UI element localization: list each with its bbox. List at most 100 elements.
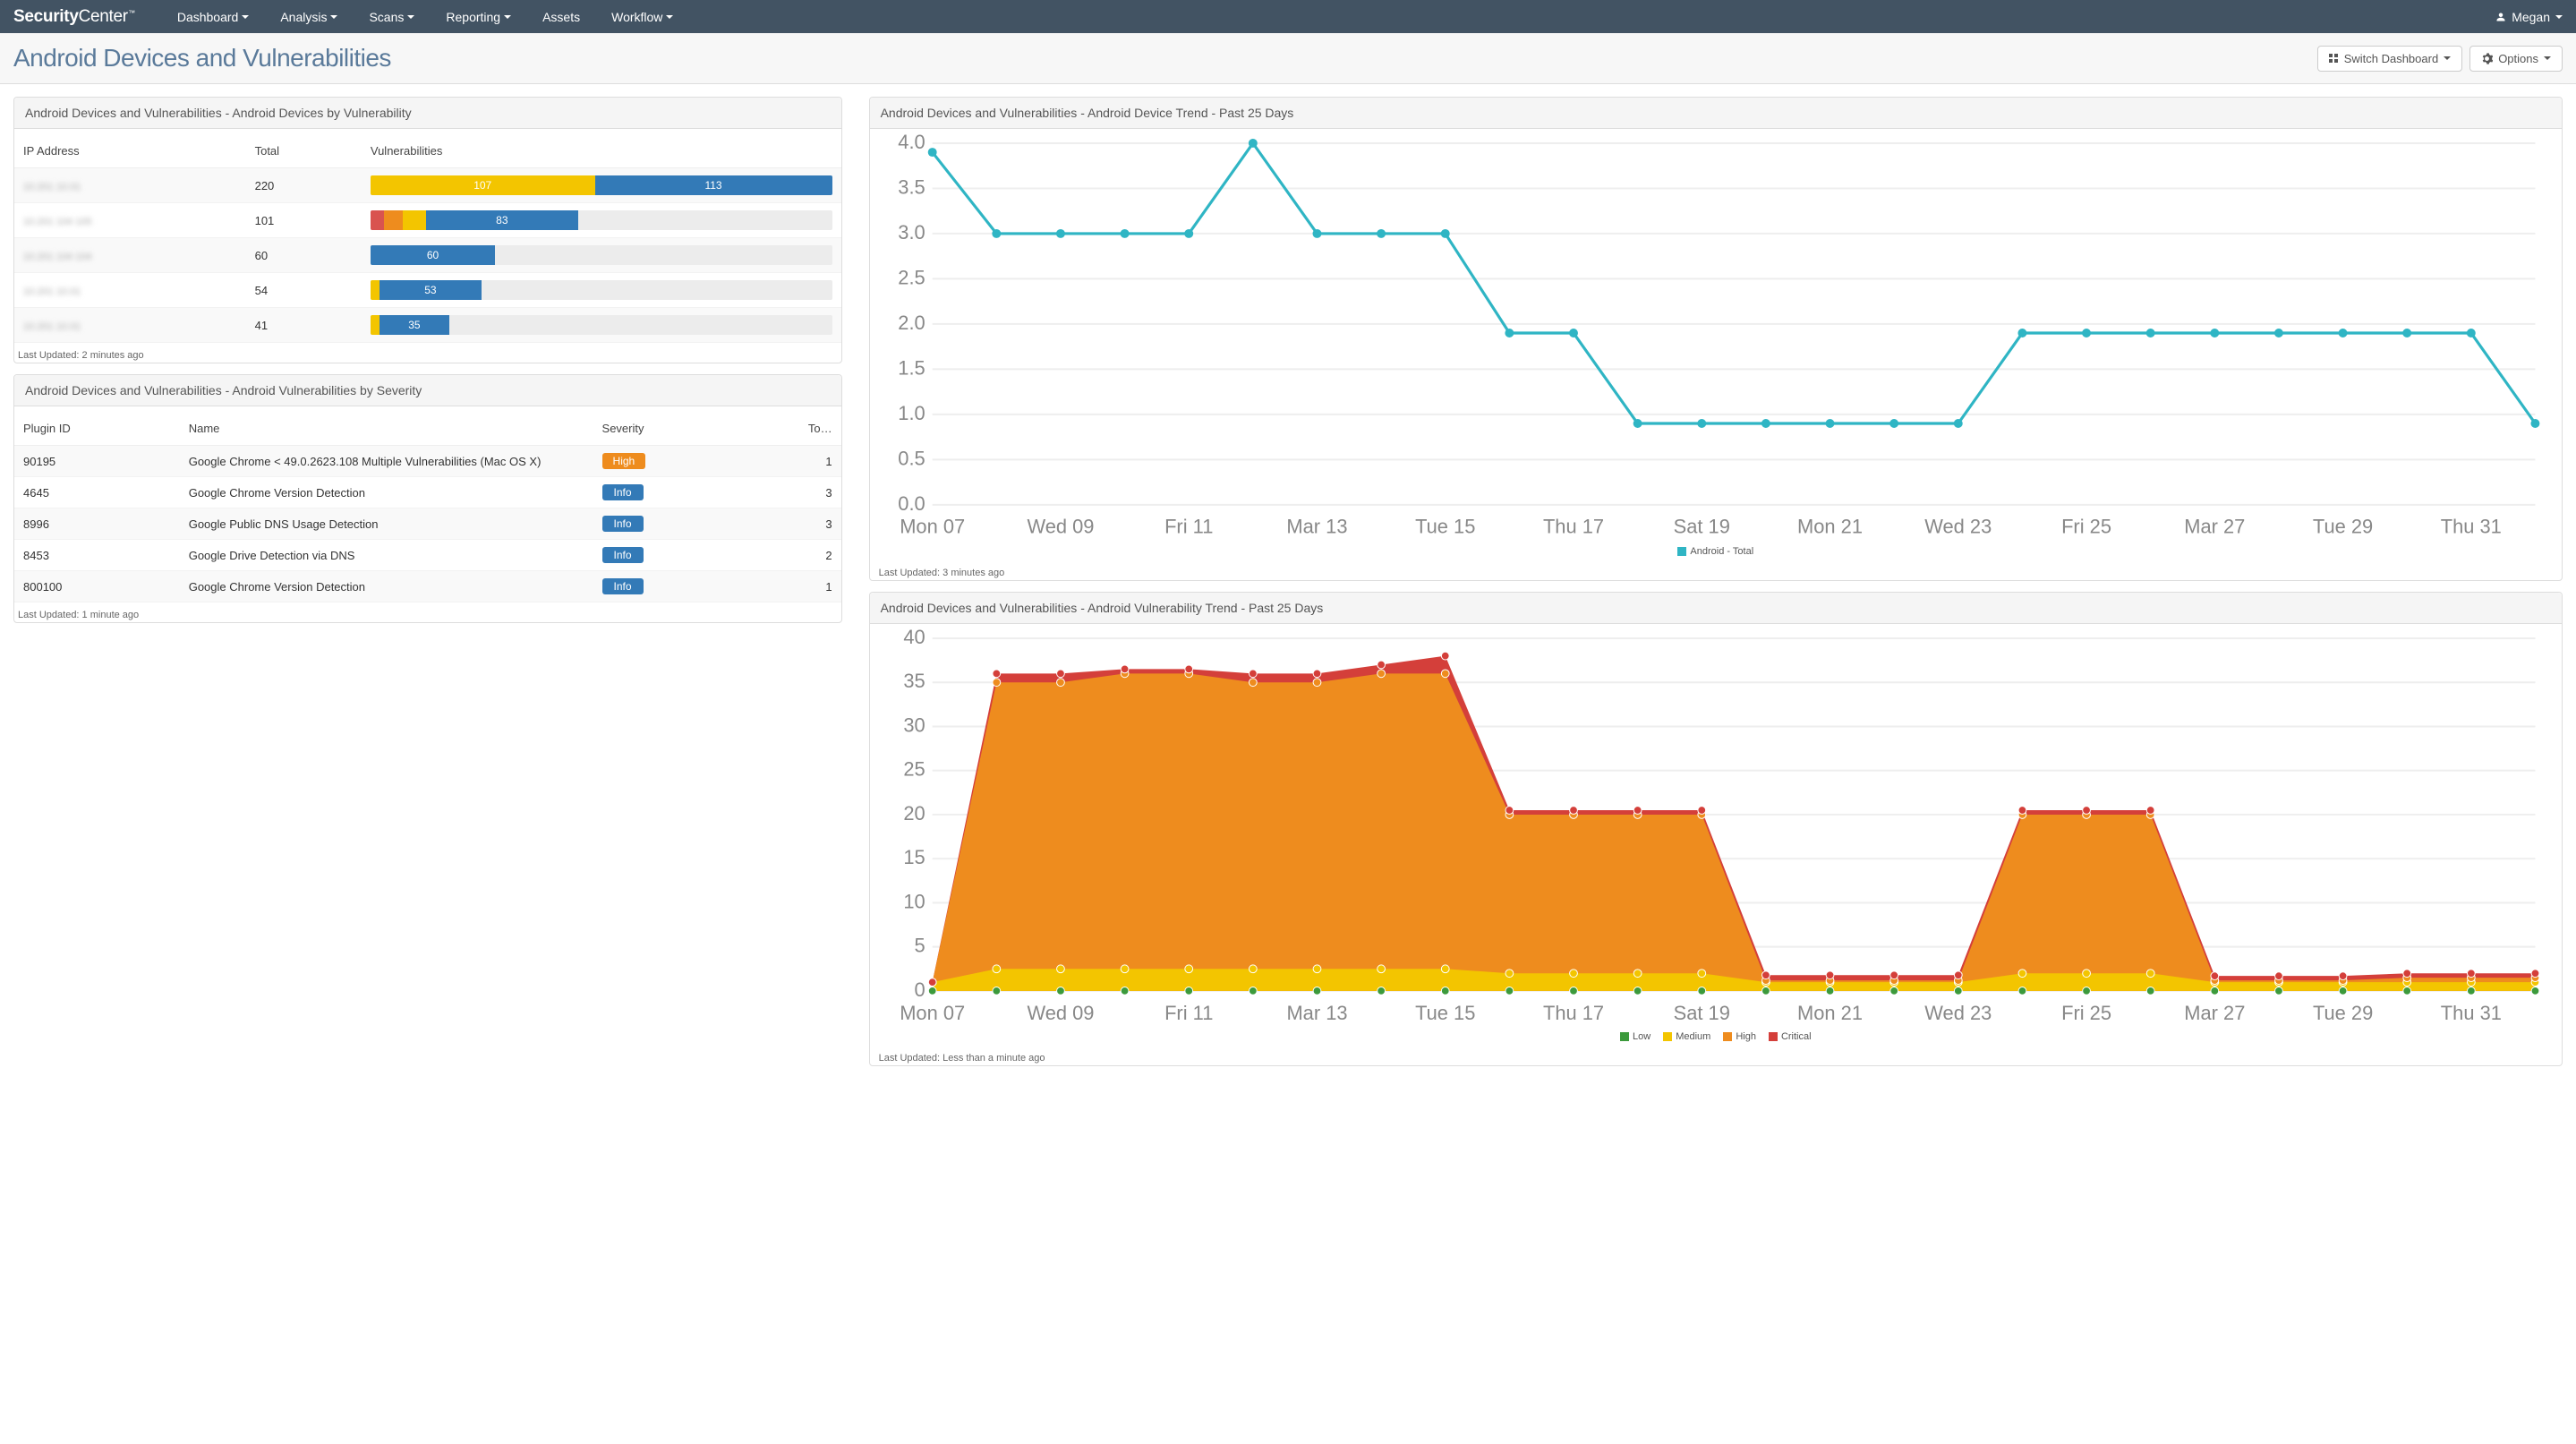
svg-text:Mar 13: Mar 13: [1286, 1001, 1347, 1023]
svg-text:Mar 13: Mar 13: [1286, 516, 1347, 538]
table-row[interactable]: 800100Google Chrome Version DetectionInf…: [14, 571, 841, 602]
svg-text:10: 10: [903, 890, 925, 912]
panel-devices: Android Devices and Vulnerabilities - An…: [13, 97, 842, 363]
svg-text:25: 25: [903, 757, 925, 780]
svg-text:4.0: 4.0: [898, 134, 925, 153]
dashboard-grid: Android Devices and Vulnerabilities - An…: [0, 97, 2576, 1084]
svg-text:35: 35: [903, 670, 925, 692]
col-header[interactable]: Plugin ID: [14, 412, 180, 446]
page-title: Android Devices and Vulnerabilities: [13, 44, 2310, 73]
svg-text:Wed 23: Wed 23: [1924, 516, 1992, 538]
svg-text:2.0: 2.0: [898, 312, 925, 334]
brand-logo[interactable]: SecurityCenter™: [13, 7, 128, 27]
svg-text:15: 15: [903, 846, 925, 868]
table-row[interactable]: 10.201 10.014135: [14, 308, 841, 343]
table-row[interactable]: 4645Google Chrome Version DetectionInfo3: [14, 477, 841, 508]
nav-reporting[interactable]: Reporting: [446, 10, 511, 24]
svg-text:Sat 19: Sat 19: [1673, 516, 1729, 538]
svg-text:Wed 09: Wed 09: [1027, 516, 1094, 538]
devices-table: IP AddressTotalVulnerabilities 10.201 10…: [14, 134, 841, 343]
table-row[interactable]: 8996Google Public DNS Usage DetectionInf…: [14, 508, 841, 540]
nav-assets[interactable]: Assets: [542, 10, 580, 24]
svg-text:Mon 21: Mon 21: [1797, 1001, 1863, 1023]
switch-dashboard-button[interactable]: Switch Dashboard: [2317, 46, 2463, 72]
table-row[interactable]: 10.201 104 1046060: [14, 238, 841, 273]
vuln-bar: 83: [371, 210, 832, 230]
last-updated: Last Updated: 2 minutes ago: [14, 343, 841, 363]
grid-icon: [2329, 54, 2339, 64]
nav-analysis[interactable]: Analysis: [280, 10, 337, 24]
svg-text:3.0: 3.0: [898, 221, 925, 244]
severity-table: Plugin IDNameSeverityTo… 90195Google Chr…: [14, 412, 841, 602]
last-updated: Last Updated: 3 minutes ago: [870, 560, 2562, 580]
vuln-bar: 53: [371, 280, 832, 300]
svg-text:Fri 25: Fri 25: [2061, 516, 2111, 538]
vuln-bar: 107113: [371, 175, 832, 195]
panel-device-trend: Android Devices and Vulnerabilities - An…: [869, 97, 2563, 581]
nav-menu: Dashboard Analysis Scans Reporting Asset…: [177, 10, 2495, 24]
nav-scans[interactable]: Scans: [369, 10, 414, 24]
nav-dashboard[interactable]: Dashboard: [177, 10, 250, 24]
chevron-down-icon: [407, 15, 414, 19]
chevron-down-icon: [666, 15, 673, 19]
col-header[interactable]: Name: [180, 412, 593, 446]
table-row[interactable]: 10.201 10.01220107113: [14, 168, 841, 203]
svg-text:Thu 31: Thu 31: [2440, 1001, 2501, 1023]
device-trend-chart[interactable]: 0.00.51.01.52.02.53.03.54.0Mon 07Wed 09F…: [879, 134, 2553, 544]
panel-severity: Android Devices and Vulnerabilities - An…: [13, 374, 842, 623]
svg-text:Wed 23: Wed 23: [1924, 1001, 1992, 1023]
svg-text:Thu 31: Thu 31: [2440, 516, 2501, 538]
subheader: Android Devices and Vulnerabilities Swit…: [0, 33, 2576, 84]
severity-badge: Info: [602, 516, 644, 532]
chevron-down-icon: [2555, 15, 2563, 19]
svg-text:Sat 19: Sat 19: [1673, 1001, 1729, 1023]
user-icon: [2495, 12, 2506, 22]
svg-text:Tue 15: Tue 15: [1415, 516, 1475, 538]
table-row[interactable]: 90195Google Chrome < 49.0.2623.108 Multi…: [14, 446, 841, 477]
panel-vuln-trend: Android Devices and Vulnerabilities - An…: [869, 592, 2563, 1067]
svg-text:Wed 09: Wed 09: [1027, 1001, 1094, 1023]
user-menu[interactable]: Megan: [2495, 10, 2563, 24]
vuln-bar: 35: [371, 315, 832, 335]
col-header[interactable]: Vulnerabilities: [362, 134, 841, 168]
svg-text:Tue 29: Tue 29: [2313, 516, 2373, 538]
nav-workflow[interactable]: Workflow: [611, 10, 673, 24]
severity-badge: Info: [602, 484, 644, 500]
svg-text:1.0: 1.0: [898, 402, 925, 424]
panel-header: Android Devices and Vulnerabilities - An…: [14, 98, 841, 129]
col-header[interactable]: IP Address: [14, 134, 246, 168]
table-row[interactable]: 10.201 10.015453: [14, 273, 841, 308]
svg-text:Tue 29: Tue 29: [2313, 1001, 2373, 1023]
last-updated: Last Updated: Less than a minute ago: [870, 1046, 2562, 1065]
svg-text:Tue 15: Tue 15: [1415, 1001, 1475, 1023]
gear-icon: [2481, 53, 2493, 64]
svg-text:40: 40: [903, 629, 925, 648]
svg-text:5: 5: [914, 934, 925, 956]
svg-text:20: 20: [903, 802, 925, 825]
svg-text:0.0: 0.0: [898, 492, 925, 515]
vuln-trend-chart[interactable]: 0510152025303540Mon 07Wed 09Fri 11Mar 13…: [879, 629, 2553, 1030]
col-header[interactable]: Severity: [593, 412, 742, 446]
table-row[interactable]: 8453Google Drive Detection via DNSInfo2: [14, 540, 841, 571]
vuln-bar: 60: [371, 245, 832, 265]
svg-text:Fri 11: Fri 11: [1164, 1001, 1213, 1023]
chevron-down-icon: [242, 15, 249, 19]
svg-text:Mar 27: Mar 27: [2184, 516, 2245, 538]
chevron-down-icon: [504, 15, 511, 19]
panel-header: Android Devices and Vulnerabilities - An…: [870, 98, 2562, 129]
chevron-down-icon: [2544, 56, 2551, 60]
svg-text:0.5: 0.5: [898, 447, 925, 469]
severity-badge: Info: [602, 547, 644, 563]
panel-header: Android Devices and Vulnerabilities - An…: [870, 593, 2562, 624]
col-header[interactable]: Total: [246, 134, 362, 168]
options-button[interactable]: Options: [2469, 46, 2563, 72]
svg-text:Thu 17: Thu 17: [1543, 516, 1604, 538]
panel-header: Android Devices and Vulnerabilities - An…: [14, 375, 841, 406]
svg-text:Fri 11: Fri 11: [1164, 516, 1213, 538]
col-header[interactable]: To…: [742, 412, 841, 446]
table-row[interactable]: 10.201 104 10510183: [14, 203, 841, 238]
svg-text:3.5: 3.5: [898, 175, 925, 198]
svg-text:Mar 27: Mar 27: [2184, 1001, 2245, 1023]
svg-text:1.5: 1.5: [898, 356, 925, 379]
chevron-down-icon: [2444, 56, 2451, 60]
